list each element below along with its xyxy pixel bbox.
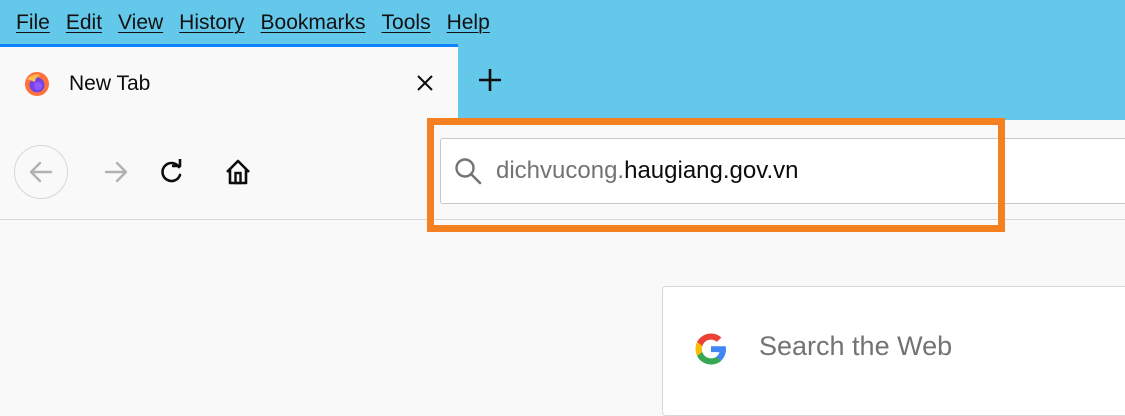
search-icon [455,158,482,185]
menu-bookmarks[interactable]: Bookmarks [261,9,366,35]
url-text[interactable]: dichvucong.haugiang.gov.vn [496,157,798,185]
url-bar[interactable]: dichvucong.haugiang.gov.vn [440,138,1125,204]
reload-icon [161,159,182,183]
back-arrow-icon [29,161,53,183]
tab-title: New Tab [69,72,151,95]
close-tab-button[interactable] [405,63,445,103]
firefox-logo-icon [25,72,49,96]
menu-tools[interactable]: Tools [382,9,431,35]
google-icon [695,333,726,365]
menu-view[interactable]: View [118,9,163,35]
forward-button[interactable] [94,150,138,194]
menu-bar: File Edit View History Bookmarks Tools H… [0,0,1125,44]
back-button[interactable] [14,145,68,199]
search-placeholder: Search the Web [759,331,953,361]
home-icon [226,159,250,185]
url-subdomain: dichvucong. [496,157,625,184]
plus-icon [479,69,501,91]
menu-history[interactable]: History [179,9,244,35]
forward-arrow-icon [104,161,128,183]
tab-new-tab[interactable]: New Tab [0,44,458,120]
home-button[interactable] [216,150,260,194]
new-tab-button[interactable] [466,56,514,104]
reload-button[interactable] [150,150,194,194]
menu-edit[interactable]: Edit [66,9,102,35]
tab-strip: New Tab [0,44,1125,120]
menu-help[interactable]: Help [447,9,490,35]
web-search-box[interactable]: Search the Web [662,286,1125,416]
menu-file[interactable]: File [16,9,50,35]
navigation-toolbar: dichvucong.haugiang.gov.vn [0,120,1125,220]
close-icon [417,75,433,91]
url-domain: haugiang.gov.vn [624,157,799,184]
